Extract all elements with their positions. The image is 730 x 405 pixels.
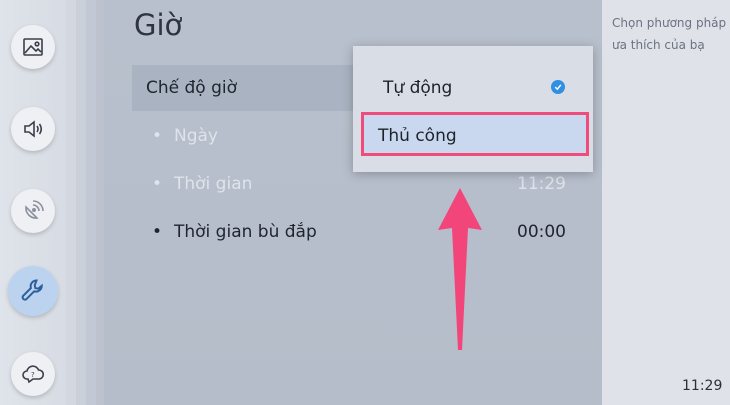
separator-strip: [76, 0, 86, 405]
menu-item-label: Ngày: [174, 126, 218, 146]
support-icon[interactable]: ?: [11, 352, 55, 396]
bullet: •: [152, 222, 163, 242]
option-label: Thủ công: [378, 126, 457, 146]
menu-item-value: 00:00: [517, 222, 566, 242]
clock-mode-dropdown: Tự động Thủ công: [353, 46, 593, 172]
menu-item-label: Thời gian: [174, 174, 253, 194]
settings-sidebar: ?: [0, 0, 66, 405]
menu-item-time-offset[interactable]: • Thời gian bù đắp 00:00: [132, 209, 572, 255]
separator-strip: [66, 0, 76, 405]
page-title: Giờ: [134, 8, 183, 42]
sound-icon[interactable]: [11, 107, 55, 151]
option-label: Tự động: [383, 78, 453, 98]
clock: 11:29: [682, 378, 723, 394]
broadcast-icon[interactable]: [11, 189, 55, 233]
picture-icon[interactable]: [11, 25, 55, 69]
up-arrow-icon: [438, 188, 482, 350]
check-icon: [551, 80, 565, 94]
separator-strip: [96, 0, 104, 405]
option-manual[interactable]: Thủ công: [361, 112, 589, 156]
help-panel: Chọn phương pháp gian ưa thích của bạ 11…: [602, 0, 730, 405]
bullet: •: [152, 174, 163, 194]
help-text: Chọn phương pháp gian ưa thích của bạ: [612, 16, 730, 52]
menu-item-label: Thời gian bù đắp: [174, 222, 317, 242]
option-auto[interactable]: Tự động: [353, 46, 593, 106]
svg-text:?: ?: [31, 371, 35, 379]
wrench-icon[interactable]: [8, 266, 58, 316]
separator-strip: [86, 0, 96, 405]
bullet: •: [152, 126, 163, 146]
menu-item-label: Chế độ giờ: [146, 78, 238, 98]
menu-item-value: 11:29: [517, 174, 566, 194]
